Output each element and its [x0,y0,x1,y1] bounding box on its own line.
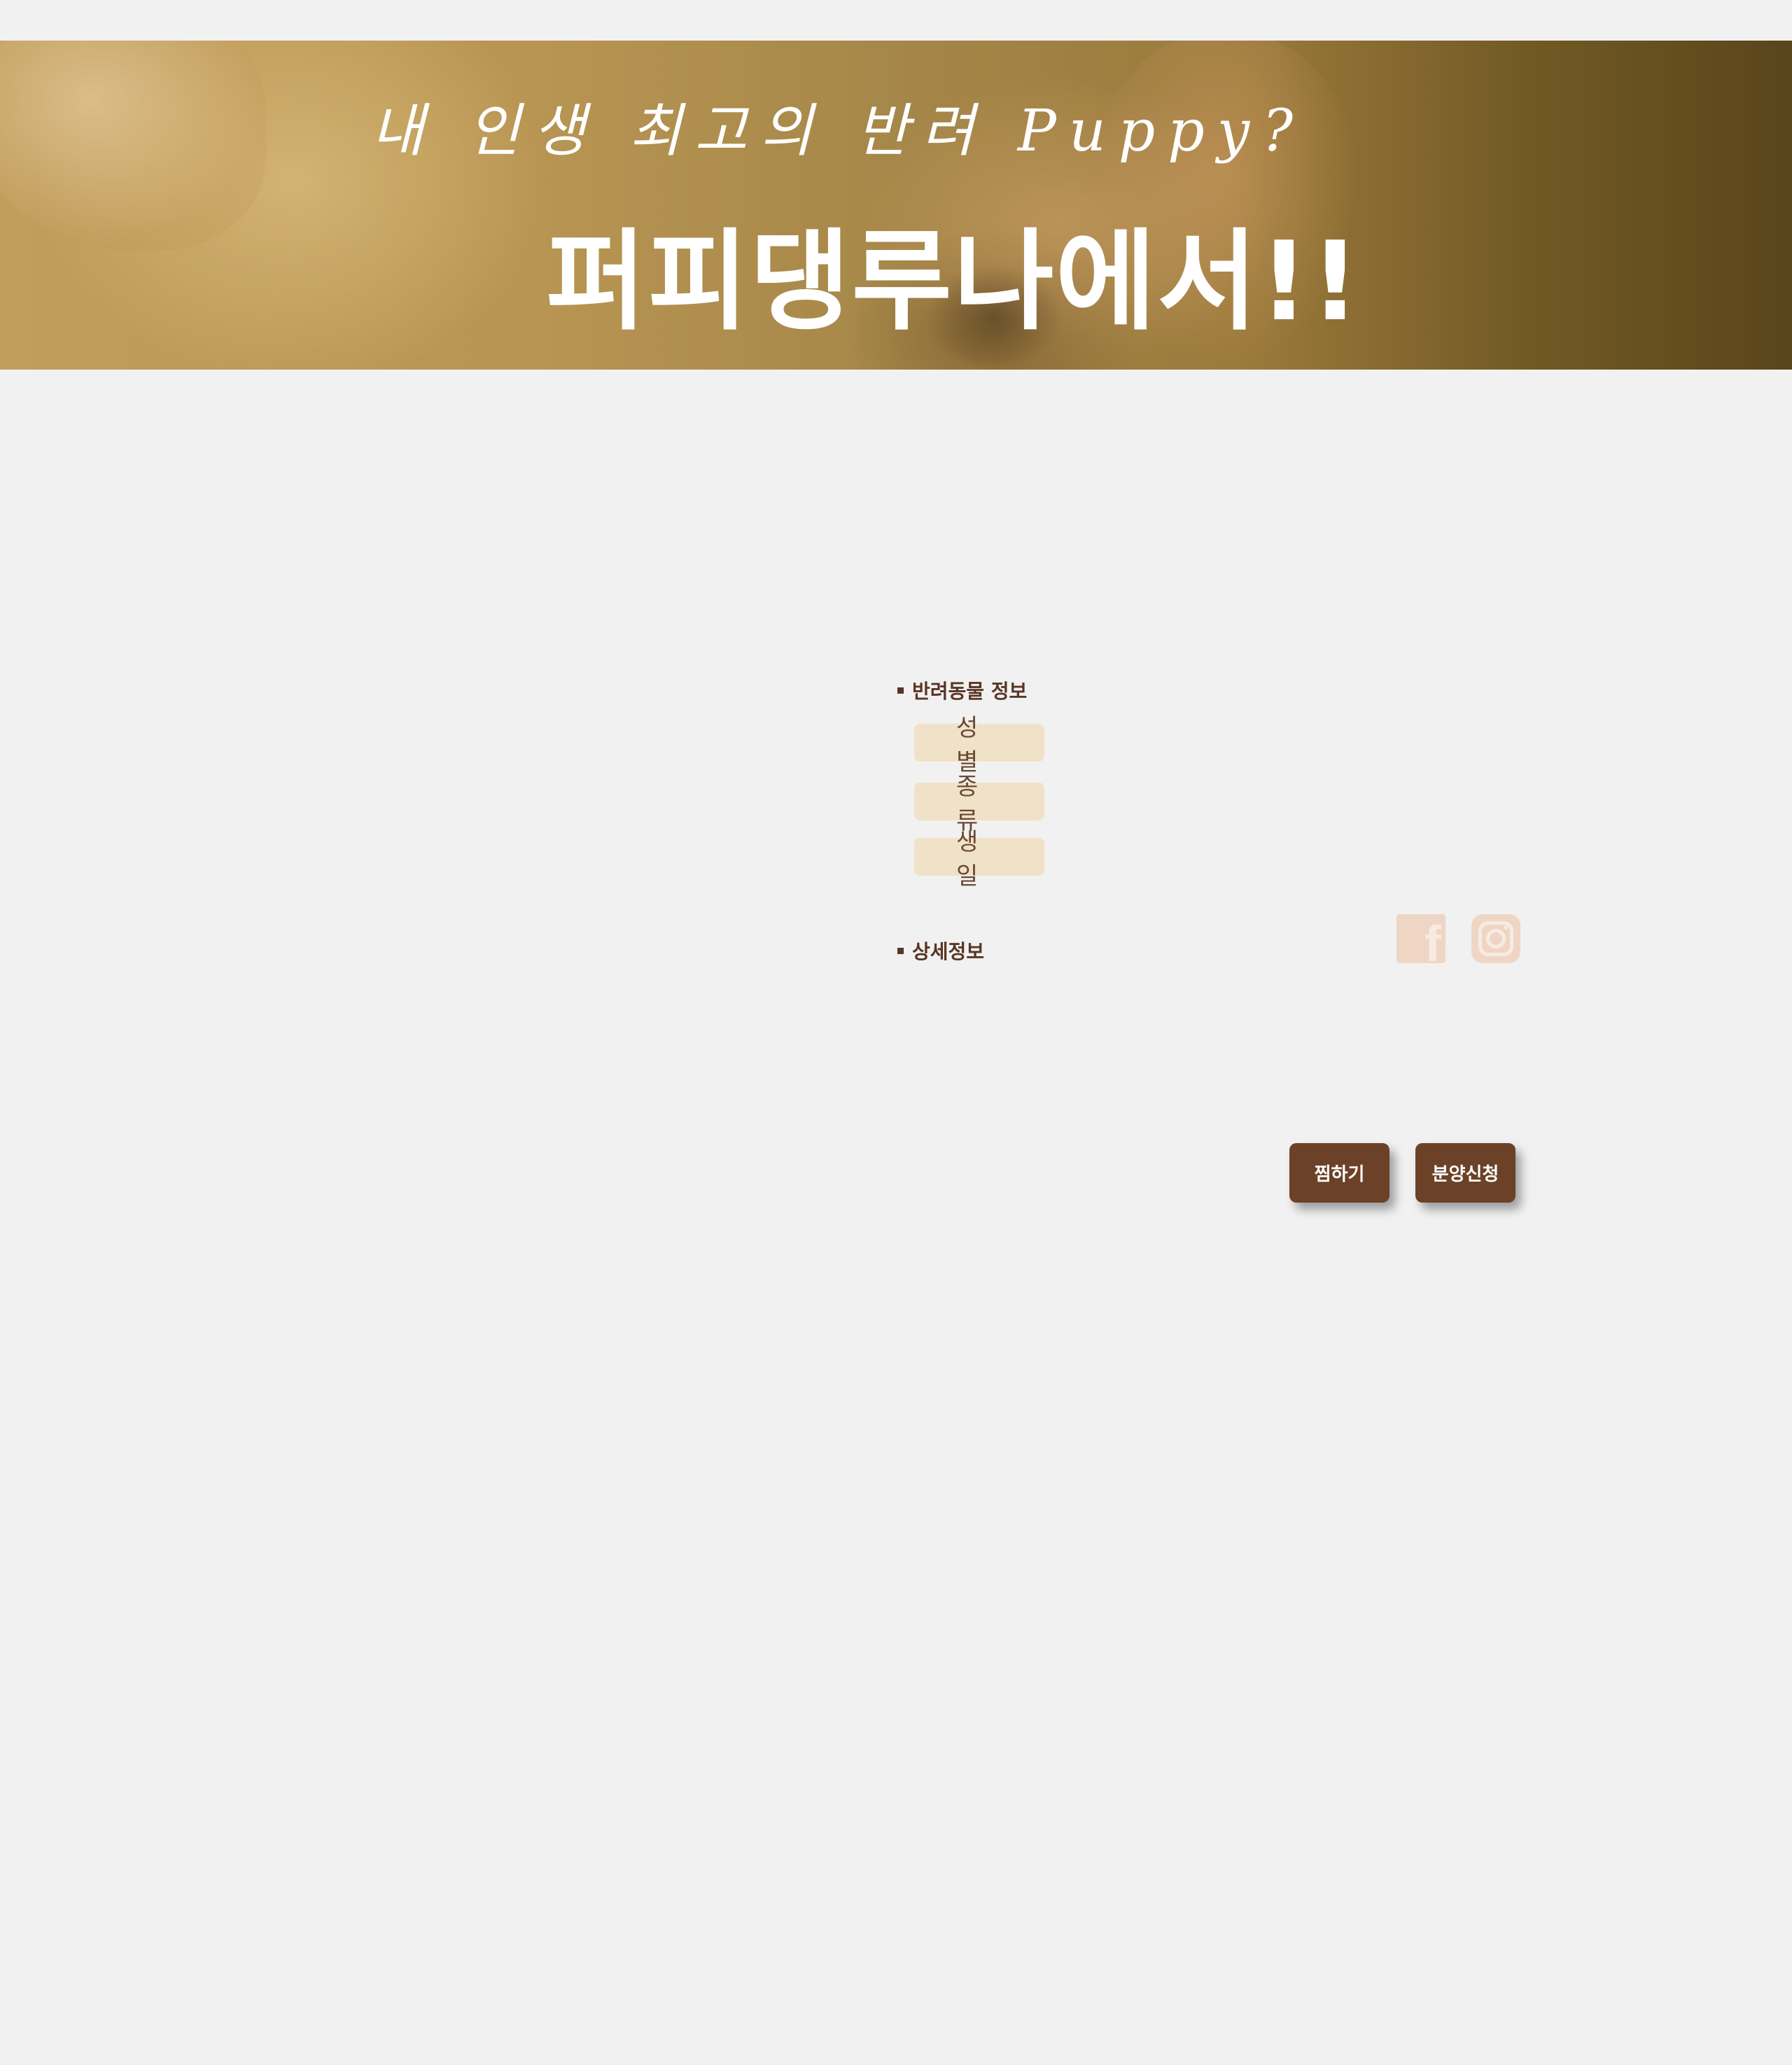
adopt-request-button[interactable]: 분양신청 [1415,1143,1516,1203]
instagram-dot [1504,925,1508,930]
bullet-icon [897,687,904,694]
banner-tagline: 내 인생 최고의 반려 Puppy? [371,98,1306,164]
details-title-text: 상세정보 [912,940,985,963]
instagram-icon[interactable] [1471,914,1520,963]
label-birthday: 생일 [914,828,1044,890]
facebook-icon[interactable]: f [1396,914,1446,972]
instagram-lens [1486,929,1506,948]
wishlist-button[interactable]: 찜하기 [1289,1143,1390,1203]
label-breed: 종류 [914,773,1044,835]
details-section-title: 상세정보 [897,937,984,965]
facebook-f-glyph: f [1424,916,1441,972]
pet-info-section-title: 반려동물 정보 [897,676,1027,704]
bullet-icon [897,947,904,954]
label-gender: 성별 [914,714,1044,776]
pet-info-title-text: 반려동물 정보 [912,680,1028,703]
banner-headline: 퍼피댕루나에서!! [546,218,1362,345]
